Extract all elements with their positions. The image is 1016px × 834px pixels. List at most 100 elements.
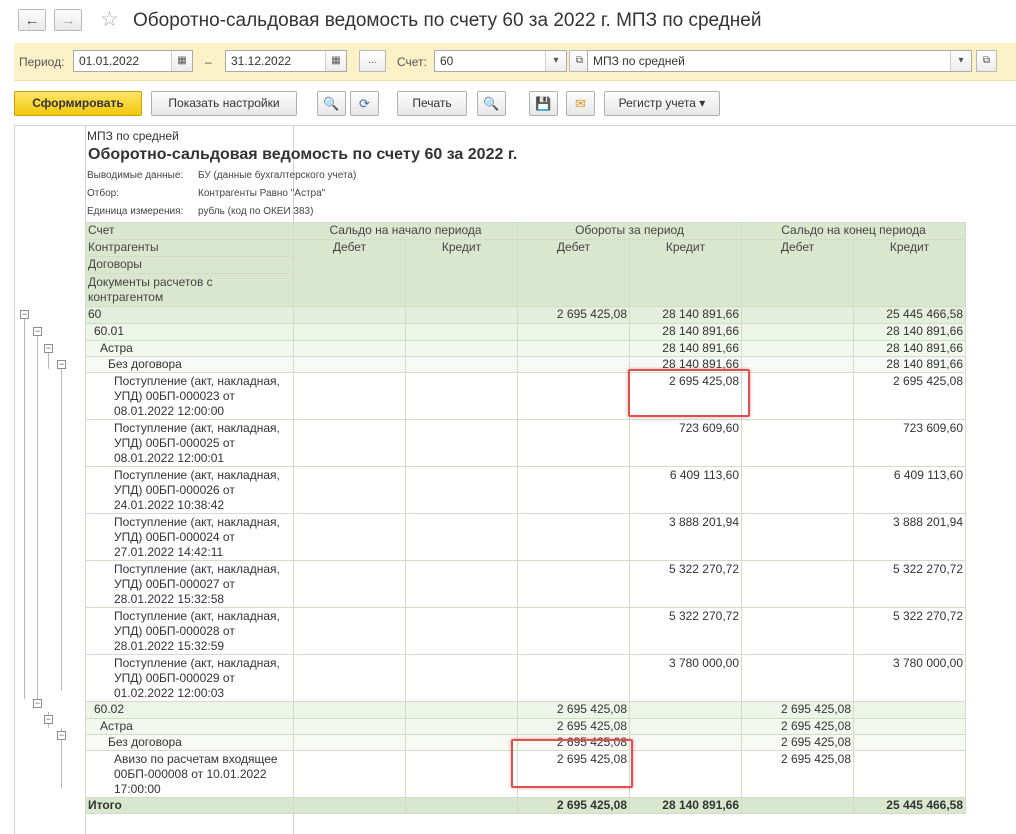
print-button[interactable]: Печать	[397, 91, 467, 116]
document-label[interactable]: Поступление (акт, накладная, УПД) 00БП-0…	[85, 654, 294, 702]
report-area[interactable]: МПЗ по средней Оборотно-сальдовая ведомо…	[14, 125, 1016, 834]
print-preview-button[interactable]: 🔍	[477, 91, 506, 116]
document-label[interactable]: Поступление (акт, накладная, УПД) 00БП-0…	[85, 372, 294, 420]
cell-value: 3 888 201,94	[853, 513, 967, 561]
collapse-icon[interactable]: −	[33, 699, 42, 708]
header-debit: Дебет	[741, 239, 855, 307]
cell-value	[517, 372, 630, 420]
cell-value	[741, 607, 855, 655]
collapse-icon[interactable]: −	[57, 731, 66, 740]
table-row[interactable]: 60.02 2 695 425,08 2 695 425,08	[85, 701, 967, 719]
cell-value	[405, 323, 518, 341]
cell-value: 6 409 113,60	[628, 466, 743, 514]
cell-value	[405, 718, 518, 735]
document-row[interactable]: Поступление (акт, накладная, УПД) 00БП-0…	[85, 513, 967, 561]
highlight-box	[511, 739, 633, 788]
save-button[interactable]: 💾	[529, 91, 558, 116]
cell-value	[741, 306, 855, 324]
account-field[interactable]: 60 ▾	[434, 50, 567, 72]
cell-value: 5 322 270,72	[628, 560, 743, 608]
organization-value: МПЗ по средней	[593, 54, 685, 68]
document-row[interactable]: Поступление (акт, накладная, УПД) 00БП-0…	[85, 654, 967, 702]
collapse-icon[interactable]: −	[57, 360, 66, 369]
document-label[interactable]: Поступление (акт, накладная, УПД) 00БП-0…	[85, 419, 294, 467]
date-from-field[interactable]: 01.01.2022 ▦	[73, 50, 193, 72]
cell-value	[405, 797, 518, 814]
collapse-icon[interactable]: −	[20, 310, 29, 319]
cell-value: 2 695 425,08	[853, 372, 967, 420]
cell-value	[293, 797, 406, 814]
cell-value: 28 140 891,66	[628, 306, 743, 324]
show-settings-button[interactable]: Показать настройки	[151, 91, 297, 116]
cell-value	[741, 466, 855, 514]
send-email-button[interactable]: ✉	[566, 91, 595, 116]
cell-value	[405, 306, 518, 324]
date-to-value: 31.12.2022	[231, 54, 292, 68]
document-label[interactable]: Авизо по расчетам входящее 00БП-000008 о…	[85, 750, 294, 798]
chevron-down-icon[interactable]: ▾	[950, 51, 971, 71]
cell-value	[293, 340, 406, 357]
organization-field[interactable]: МПЗ по средней ▾	[587, 50, 972, 72]
meta-value: БУ (данные бухгалтерского учета)	[198, 170, 357, 181]
cell-value	[293, 513, 406, 561]
cell-value	[741, 797, 855, 814]
cell-value	[405, 466, 518, 514]
cell-value	[741, 654, 855, 702]
cell-value: 5 322 270,72	[628, 607, 743, 655]
search-button[interactable]: 🔍	[317, 91, 346, 116]
cell-value: 5 322 270,72	[853, 560, 967, 608]
cell-value: 25 445 466,58	[853, 306, 967, 324]
document-row[interactable]: Поступление (акт, накладная, УПД) 00БП-0…	[85, 607, 967, 655]
table-row[interactable]: 60 2 695 425,08 28 140 891,66 25 445 466…	[85, 306, 967, 324]
cell-value	[293, 372, 406, 420]
cell-value	[741, 560, 855, 608]
table-row[interactable]: Без договора 28 140 891,66 28 140 891,66	[85, 356, 967, 373]
document-row[interactable]: Поступление (акт, накладная, УПД) 00БП-0…	[85, 419, 967, 467]
cell-value	[405, 654, 518, 702]
document-row[interactable]: Поступление (акт, накладная, УПД) 00БП-0…	[85, 372, 967, 420]
cell-value	[853, 718, 967, 735]
cell-value: 28 140 891,66	[628, 797, 743, 814]
table-row[interactable]: Астра 28 140 891,66 28 140 891,66	[85, 340, 967, 357]
document-label[interactable]: Поступление (акт, накладная, УПД) 00БП-0…	[85, 560, 294, 608]
date-to-field[interactable]: 31.12.2022 ▦	[225, 50, 347, 72]
generate-button[interactable]: Сформировать	[14, 91, 142, 116]
open-icon[interactable]: ⧉	[976, 50, 997, 72]
period-select-button[interactable]: ...	[359, 50, 386, 72]
cell-value	[293, 701, 406, 719]
register-menu-button[interactable]: Регистр учета ▾	[604, 91, 720, 116]
cell-value: 723 609,60	[853, 419, 967, 467]
row-label: Без договора	[85, 734, 294, 751]
header-closing-balance: Сальдо на конец периода	[741, 222, 967, 240]
document-label[interactable]: Поступление (акт, накладная, УПД) 00БП-0…	[85, 513, 294, 561]
forward-button[interactable]: →	[54, 9, 82, 31]
collapse-icon[interactable]: −	[33, 327, 42, 336]
favorite-star-icon[interactable]: ☆	[100, 9, 119, 31]
cell-value: 3 888 201,94	[628, 513, 743, 561]
cell-value	[628, 701, 743, 719]
table-row[interactable]: 60.01 28 140 891,66 28 140 891,66	[85, 323, 967, 341]
back-button[interactable]: ←	[18, 9, 46, 31]
collapse-icon[interactable]: −	[44, 344, 53, 353]
cell-value	[293, 466, 406, 514]
table-row[interactable]: Астра 2 695 425,08 2 695 425,08	[85, 718, 967, 735]
save-icon: 💾	[535, 96, 552, 111]
cell-value	[293, 718, 406, 735]
total-row[interactable]: Итого 2 695 425,08 28 140 891,66 25 445 …	[85, 797, 967, 814]
calendar-icon[interactable]: ▦	[171, 51, 192, 71]
collapse-icon[interactable]: −	[44, 715, 53, 724]
header-credit: Кредит	[628, 239, 743, 307]
document-label[interactable]: Поступление (акт, накладная, УПД) 00БП-0…	[85, 607, 294, 655]
parameters-panel: Период: 01.01.2022 ▦ – 31.12.2022 ▦ ... …	[14, 43, 1016, 81]
cell-value: 2 695 425,08	[741, 734, 855, 751]
search-next-button[interactable]: ⟳	[350, 91, 379, 116]
report-table: Счет Сальдо на начало периода Обороты за…	[85, 222, 967, 814]
calendar-icon[interactable]: ▦	[325, 51, 346, 71]
chevron-down-icon[interactable]: ▾	[545, 51, 566, 71]
period-dash: –	[205, 55, 212, 69]
document-row[interactable]: Поступление (акт, накладная, УПД) 00БП-0…	[85, 466, 967, 514]
cell-value: 2 695 425,08	[741, 701, 855, 719]
document-label[interactable]: Поступление (акт, накладная, УПД) 00БП-0…	[85, 466, 294, 514]
document-row[interactable]: Поступление (акт, накладная, УПД) 00БП-0…	[85, 560, 967, 608]
period-label: Период:	[19, 55, 65, 69]
